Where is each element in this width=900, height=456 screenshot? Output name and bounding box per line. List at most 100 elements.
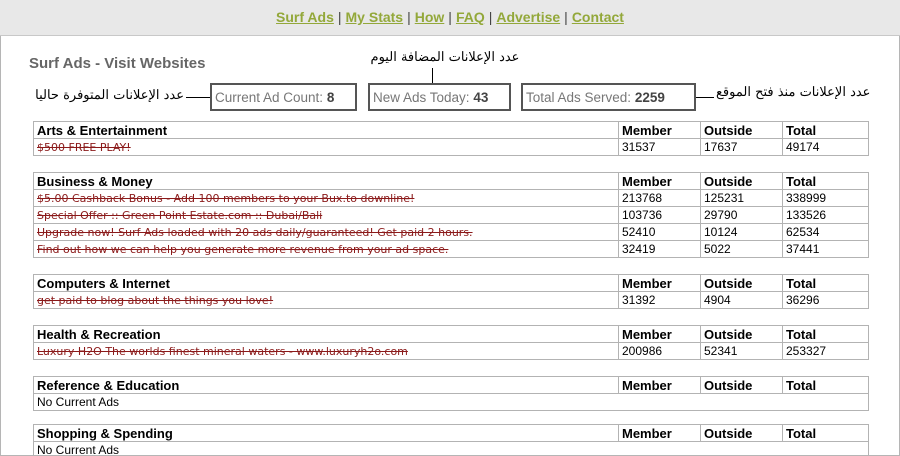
column-header-outside: Outside: [700, 376, 783, 394]
column-header-member: Member: [618, 121, 701, 139]
outside-count: 4904: [700, 291, 783, 309]
nav-link-surf-ads[interactable]: Surf Ads: [276, 9, 334, 25]
category-header-row: Business & Money Member Outside Total: [33, 172, 869, 190]
outside-count: 10124: [700, 223, 783, 241]
ad-link[interactable]: Upgrade now! Surf Ads loaded with 20 ads…: [33, 223, 619, 241]
column-header-total: Total: [782, 424, 869, 442]
ad-row: get paid to blog about the things you lo…: [33, 291, 869, 309]
total-count: 133526: [782, 206, 869, 224]
ad-row: $500 FREE PLAY! 31537 17637 49174: [33, 138, 869, 156]
page-title: Surf Ads - Visit Websites: [29, 55, 206, 72]
nav-link-faq[interactable]: FAQ: [456, 9, 485, 25]
total-count: 36296: [782, 291, 869, 309]
outside-count: 5022: [700, 240, 783, 258]
nav-link-how[interactable]: How: [415, 9, 445, 25]
nav-links: Surf Ads | My Stats | How | FAQ | Advertise | Cont…: [276, 9, 624, 25]
annotation-pointer-today: [432, 68, 433, 83]
category-table: Computers & Internet Member Outside Total ge…: [33, 274, 869, 309]
no-ads-text: No Current Ads: [33, 441, 869, 456]
category-table: Business & Money Member Outside Total $5.00 …: [33, 172, 869, 258]
column-header-total: Total: [782, 274, 869, 292]
ad-link[interactable]: get paid to blog about the things you lo…: [33, 291, 619, 309]
nav-link-my-stats[interactable]: My Stats: [346, 9, 404, 25]
category-name: Reference & Education: [33, 376, 619, 394]
annotation-total-served: عدد الإعلانات منذ فتح الموقع: [716, 85, 871, 100]
column-header-member: Member: [618, 376, 701, 394]
ad-row: Find out how we can help you generate mo…: [33, 240, 869, 258]
outside-count: 52341: [700, 342, 783, 360]
nav-link-contact[interactable]: Contact: [572, 9, 624, 25]
ad-link[interactable]: Special Offer :: Green Point Estate.com …: [33, 206, 619, 224]
column-header-outside: Outside: [700, 172, 783, 190]
ad-row: $5.00 Cashback Bonus - Add 100 members t…: [33, 189, 869, 207]
outside-count: 125231: [700, 189, 783, 207]
new-ads-today-label: New Ads Today:: [373, 90, 470, 105]
total-count: 338999: [782, 189, 869, 207]
annotation-new-today: عدد الإعلانات المضافة اليوم: [370, 50, 520, 65]
total-count: 49174: [782, 138, 869, 156]
total-count: 253327: [782, 342, 869, 360]
member-count: 213768: [618, 189, 701, 207]
column-header-outside: Outside: [700, 274, 783, 292]
new-ads-today-value: 43: [473, 90, 489, 105]
category-name: Business & Money: [33, 172, 619, 190]
ad-link[interactable]: Luxury H2O The worlds finest mineral wat…: [33, 342, 619, 360]
member-count: 32419: [618, 240, 701, 258]
nav-separator: |: [564, 9, 568, 25]
nav-separator: |: [488, 9, 493, 25]
ad-link[interactable]: $500 FREE PLAY!: [33, 138, 619, 156]
member-count: 52410: [618, 223, 701, 241]
column-header-member: Member: [618, 274, 701, 292]
ad-row: Special Offer :: Green Point Estate.com …: [33, 206, 869, 224]
column-header-total: Total: [782, 325, 869, 343]
empty-row: No Current Ads: [33, 393, 869, 411]
member-count: 31392: [618, 291, 701, 309]
category-name: Health & Recreation: [33, 325, 619, 343]
nav-separator: |: [407, 9, 411, 25]
total-ads-served-value: 2259: [634, 90, 665, 105]
category-header-row: Shopping & Spending Member Outside Total: [33, 424, 869, 442]
total-ads-served-box: Total Ads Served: 2259: [521, 83, 696, 111]
annotation-pointer-total: [696, 97, 714, 98]
ad-link[interactable]: Find out how we can help you generate mo…: [33, 240, 619, 258]
column-header-member: Member: [618, 424, 701, 442]
ad-row: Luxury H2O The worlds finest mineral wat…: [33, 342, 869, 360]
column-header-total: Total: [782, 376, 869, 394]
category-table: Reference & Education Member Outside Total N…: [33, 376, 869, 411]
category-name: Computers & Internet: [33, 274, 619, 292]
category-table: Arts & Entertainment Member Outside Total $5…: [33, 121, 869, 156]
ad-link[interactable]: $5.00 Cashback Bonus - Add 100 members t…: [33, 189, 619, 207]
column-header-outside: Outside: [700, 424, 783, 442]
outside-count: 17637: [700, 138, 783, 156]
category-table: Health & Recreation Member Outside Total Lux…: [33, 325, 869, 360]
category-header-row: Arts & Entertainment Member Outside Total: [33, 121, 869, 139]
member-count: 103736: [618, 206, 701, 224]
column-header-member: Member: [618, 172, 701, 190]
category-name: Arts & Entertainment: [33, 121, 619, 139]
member-count: 200986: [618, 342, 701, 360]
column-header-outside: Outside: [700, 325, 783, 343]
column-header-total: Total: [782, 172, 869, 190]
top-navigation-bar: Surf Ads | My Stats | How | FAQ | Advertise | Cont…: [0, 0, 900, 36]
column-header-outside: Outside: [700, 121, 783, 139]
member-count: 31537: [618, 138, 701, 156]
nav-link-advertise[interactable]: Advertise: [496, 9, 560, 25]
ad-row: Upgrade now! Surf Ads loaded with 20 ads…: [33, 223, 869, 241]
annotation-pointer-current: [186, 97, 210, 98]
nav-separator: |: [337, 9, 342, 25]
empty-row: No Current Ads: [33, 441, 869, 456]
new-ads-today-box: New Ads Today: 43: [368, 83, 511, 111]
category-header-row: Computers & Internet Member Outside Total: [33, 274, 869, 292]
category-header-row: Reference & Education Member Outside Total: [33, 376, 869, 394]
category-table: Shopping & Spending Member Outside Total No …: [33, 424, 869, 456]
column-header-member: Member: [618, 325, 701, 343]
column-header-total: Total: [782, 121, 869, 139]
no-ads-text: No Current Ads: [33, 393, 869, 411]
category-name: Shopping & Spending: [33, 424, 619, 442]
category-header-row: Health & Recreation Member Outside Total: [33, 325, 869, 343]
total-ads-served-label: Total Ads Served:: [526, 90, 632, 105]
current-ad-count-value: 8: [326, 90, 335, 105]
current-ad-count-box: Current Ad Count: 8: [210, 83, 357, 111]
total-count: 62534: [782, 223, 869, 241]
outside-count: 29790: [700, 206, 783, 224]
